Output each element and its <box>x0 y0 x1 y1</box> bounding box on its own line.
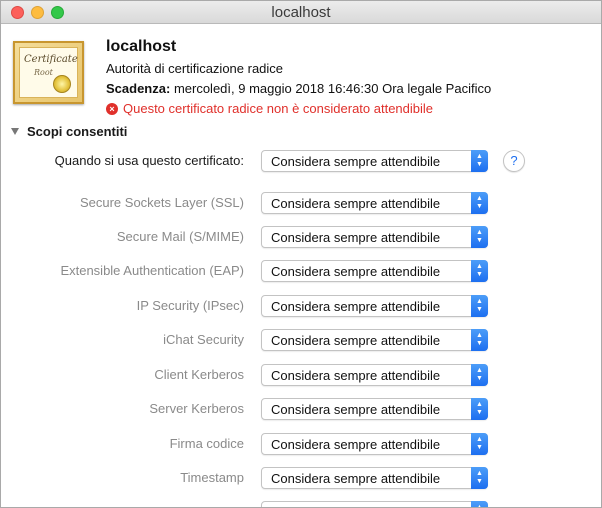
popup-stepper-icon: ▲▼ <box>471 150 488 172</box>
trust-section-title: Scopi consentiti <box>27 124 128 139</box>
title-bar[interactable]: localhost <box>1 1 601 24</box>
trust-popup-value: Considera sempre attendibile <box>271 368 441 383</box>
trust-popup[interactable]: Considera sempre attendibile ▲ ▼ <box>261 192 488 214</box>
certificate-icon-title: Certificate <box>24 54 78 65</box>
trust-row-kerberos-client: Client Kerberos Considera sempre attendi… <box>1 364 601 386</box>
trust-popup-value: Considera sempre attendibile <box>271 196 441 211</box>
trust-row-label: Firma codice <box>169 436 244 451</box>
trust-warning: × Questo certificato radice non è consid… <box>106 101 433 116</box>
seal-icon <box>53 75 71 93</box>
popup-stepper-icon: ▲▼ <box>471 329 488 351</box>
trust-popup[interactable]: Considera sempre attendibile ▲ ▼ <box>261 467 488 489</box>
trust-popup-value: Considera sempre attendibile <box>271 333 441 348</box>
popup-stepper-icon: ▲▼ <box>471 398 488 420</box>
trust-row-label: Timestamp <box>180 470 244 485</box>
certificate-icon: Certificate Root <box>13 41 84 104</box>
trust-popup[interactable]: ▲▼ <box>261 501 488 507</box>
trust-section-header[interactable]: Scopi consentiti <box>11 124 127 139</box>
trust-popup[interactable]: Considera sempre attendibile ▲ ▼ <box>261 150 488 172</box>
help-button[interactable]: ? <box>503 150 525 172</box>
certificate-summary: localhost Autorità di certificazione rad… <box>106 38 491 96</box>
trust-row-label: Server Kerberos <box>149 401 244 416</box>
trust-popup-value: Considera sempre attendibile <box>271 402 441 417</box>
popup-stepper-icon: ▲▼ <box>471 501 488 507</box>
trust-popup-value: Considera sempre attendibile <box>271 154 441 169</box>
certificate-expiry: Scadenza: mercoledì, 9 maggio 2018 16:46… <box>106 81 491 96</box>
trust-row-label: Quando si usa questo certificato: <box>54 153 244 168</box>
popup-stepper-icon: ▲▼ <box>471 467 488 489</box>
trust-popup-value: Considera sempre attendibile <box>271 437 441 452</box>
trust-popup-value: Considera sempre attendibile <box>271 230 441 245</box>
trust-popup[interactable]: Considera sempre attendibile ▲ ▼ <box>261 226 488 248</box>
trust-row-ssl: Secure Sockets Layer (SSL) Considera sem… <box>1 192 601 214</box>
trust-row-label: iChat Security <box>163 332 244 347</box>
trust-popup[interactable]: Considera sempre attendibile ▲ ▼ <box>261 329 488 351</box>
trust-row-ipsec: IP Security (IPsec) Considera sempre att… <box>1 295 601 317</box>
certificate-window: localhost Certificate Root localhost Aut… <box>0 0 602 508</box>
trust-row-smime: Secure Mail (S/MIME) Considera sempre at… <box>1 226 601 248</box>
trust-warning-text: Questo certificato radice non è consider… <box>123 101 434 116</box>
trust-row-label: Client Kerberos <box>154 367 244 382</box>
error-icon: × <box>106 102 118 115</box>
certificate-type: Autorità di certificazione radice <box>106 61 284 76</box>
trust-popup-value: Considera sempre attendibile <box>271 264 441 279</box>
trust-row-label: Secure Mail (S/MIME) <box>116 229 244 244</box>
expiry-value: mercoledì, 9 maggio 2018 16:46:30 Ora le… <box>173 81 492 96</box>
popup-stepper-icon: ▲▼ <box>471 364 488 386</box>
popup-stepper-icon: ▲▼ <box>471 295 488 317</box>
trust-row-eap: Extensible Authentication (EAP) Consider… <box>1 260 601 282</box>
popup-stepper-icon: ▲▼ <box>471 433 488 455</box>
trust-popup[interactable]: Considera sempre attendibile ▲ ▼ <box>261 260 488 282</box>
trust-popup[interactable]: Considera sempre attendibile ▲ ▼ <box>261 433 488 455</box>
trust-popup-value: Considera sempre attendibile <box>271 299 441 314</box>
trust-popup[interactable]: Considera sempre attendibile ▲ ▼ <box>261 364 488 386</box>
certificate-icon-subtitle: Root <box>34 68 53 77</box>
trust-row-kerberos-server: Server Kerberos Considera sempre attendi… <box>1 398 601 420</box>
window-title: localhost <box>271 4 331 21</box>
popup-stepper-icon: ▲▼ <box>471 192 488 214</box>
popup-stepper-icon: ▲▼ <box>471 260 488 282</box>
trust-row-code-signing: Firma codice Considera sempre attendibil… <box>1 433 601 455</box>
trust-row-label: IP Security (IPsec) <box>136 298 244 313</box>
trust-row-label: Extensible Authentication (EAP) <box>60 263 244 278</box>
trust-popup[interactable]: Considera sempre attendibile ▲ ▼ <box>261 295 488 317</box>
expiry-label: Scadenza: <box>106 81 171 96</box>
trust-row-timestamp: Timestamp Considera sempre attendibile ▲… <box>1 467 601 489</box>
trust-row-ichat: iChat Security Considera sempre attendib… <box>1 329 601 351</box>
trust-popup[interactable]: Considera sempre attendibile ▲ ▼ <box>261 398 488 420</box>
certificate-icon-paper: Certificate Root <box>19 47 78 98</box>
certificate-name: localhost <box>106 38 177 55</box>
popup-stepper-icon: ▲▼ <box>471 226 488 248</box>
disclosure-triangle-icon[interactable] <box>11 128 19 135</box>
trust-popup-value: Considera sempre attendibile <box>271 471 441 486</box>
trust-row-partial: ▲▼ <box>1 501 601 507</box>
trust-row-label: Secure Sockets Layer (SSL) <box>79 195 244 210</box>
